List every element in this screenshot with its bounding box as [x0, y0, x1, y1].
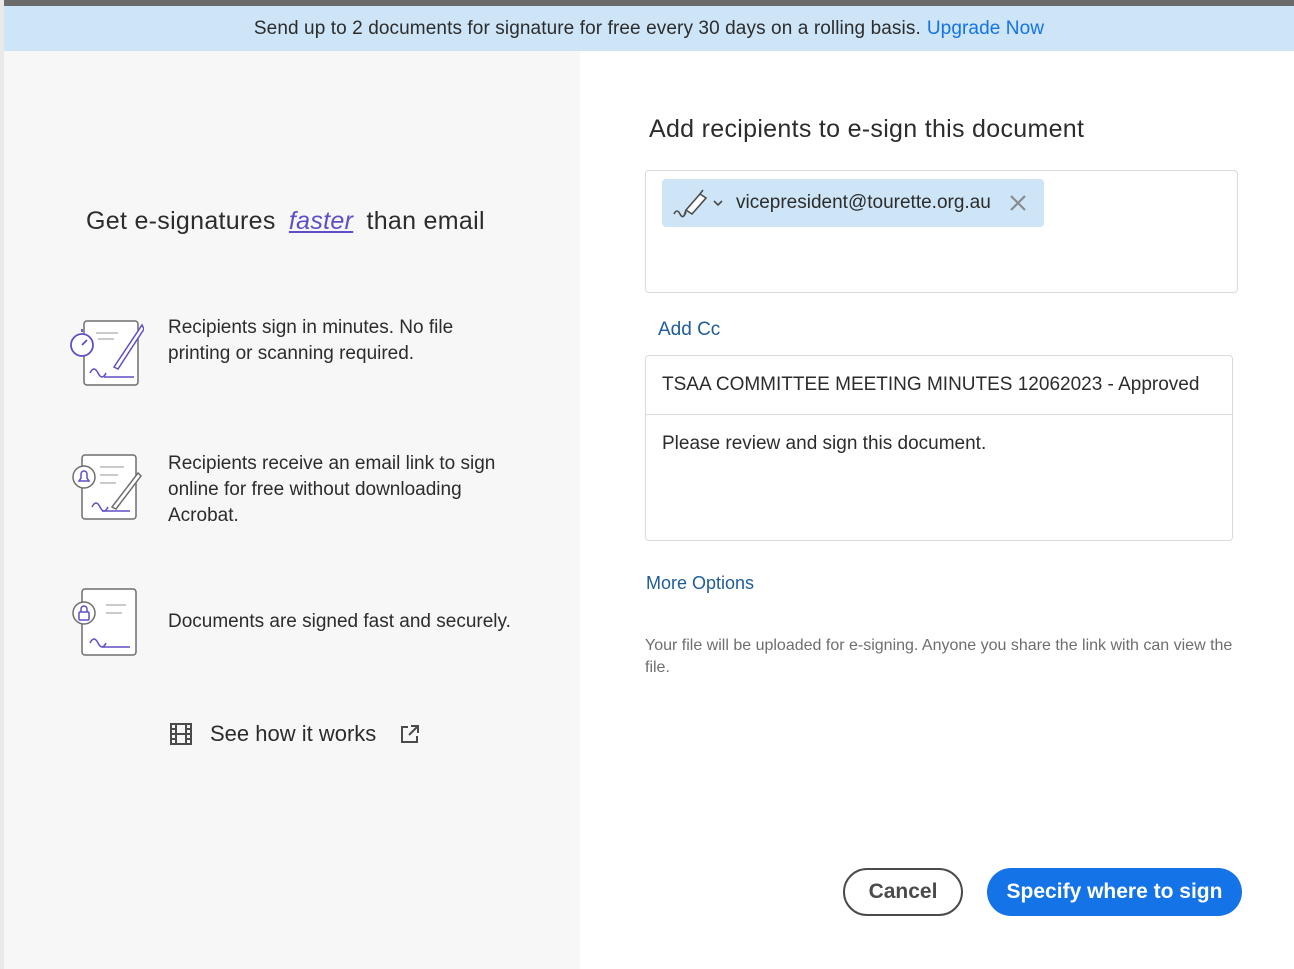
upgrade-now-link[interactable]: Upgrade Now: [927, 18, 1044, 40]
upload-disclaimer: Your file will be uploaded for e-signing…: [645, 637, 1233, 676]
message-field[interactable]: Please review and sign this document.: [646, 415, 1232, 473]
lock-document-icon: [72, 588, 137, 656]
subject-text: TSAA COMMITTEE MEETING MINUTES 12062023 …: [662, 374, 1200, 395]
feature-item-sign-minutes: Recipients sign in minutes. No file prin…: [68, 315, 513, 387]
remove-recipient-close-icon[interactable]: [1006, 191, 1030, 215]
feature-text: Recipients sign in minutes. No file prin…: [168, 317, 454, 364]
feature-item-secure: Documents are signed fast and securely.: [68, 585, 513, 657]
banner-text: Send up to 2 documents for signature for…: [253, 17, 921, 39]
more-options-link[interactable]: More Options: [646, 573, 754, 594]
benefits-title-suffix: than email: [366, 207, 485, 235]
benefits-title: Get e-signatures faster than email: [86, 207, 485, 236]
specify-where-to-sign-button[interactable]: Specify where to sign: [987, 868, 1242, 916]
see-how-label: See how it works: [210, 721, 377, 746]
message-text: Please review and sign this document.: [662, 433, 987, 454]
signer-pen-icon[interactable]: [672, 188, 708, 218]
add-cc-link[interactable]: Add Cc: [658, 319, 720, 341]
feature-item-email-link: Recipients receive an email link to sign…: [68, 451, 513, 529]
feature-text: Recipients receive an email link to sign…: [168, 453, 496, 526]
recipients-panel: Add recipients to e-sign this document v…: [580, 51, 1294, 969]
benefits-title-accent: faster: [288, 207, 354, 235]
feature-text: Documents are signed fast and securely.: [168, 611, 511, 632]
message-box: TSAA COMMITTEE MEETING MINUTES 12062023 …: [645, 355, 1233, 541]
recipients-input[interactable]: vicepresident@tourette.org.au: [645, 170, 1238, 293]
recipients-title: Add recipients to e-sign this document: [649, 115, 1085, 143]
send-for-signature-dialog: Send up to 2 documents for signature for…: [4, 6, 1294, 969]
chevron-down-icon[interactable]: [712, 197, 724, 209]
bell-document-icon: [72, 454, 142, 520]
film-icon: [170, 723, 192, 745]
see-how-it-works-link[interactable]: See how it works: [170, 721, 420, 747]
cancel-button[interactable]: Cancel: [843, 868, 963, 916]
subject-field[interactable]: TSAA COMMITTEE MEETING MINUTES 12062023 …: [646, 356, 1232, 415]
free-tier-banner: Send up to 2 documents for signature for…: [4, 6, 1294, 51]
recipient-email: vicepresident@tourette.org.au: [736, 192, 991, 213]
external-link-icon: [401, 725, 420, 743]
stopwatch-pen-document-icon: [70, 320, 144, 386]
recipient-chip[interactable]: vicepresident@tourette.org.au: [662, 179, 1044, 227]
benefits-title-prefix: Get e-signatures: [86, 207, 276, 235]
benefits-panel: Get e-signatures faster than email Recip…: [4, 51, 580, 969]
